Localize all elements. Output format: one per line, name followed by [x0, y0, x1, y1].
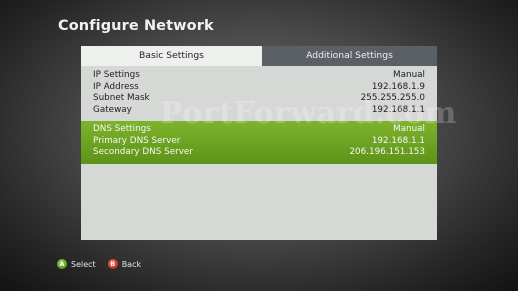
row-value: 192.168.1.9	[371, 81, 425, 92]
controller-hints: A Select B Back	[57, 257, 141, 271]
row-value: Manual	[393, 70, 425, 80]
row-label: Subnet Mask	[93, 93, 150, 104]
row-label: IP Address	[93, 81, 139, 92]
b-button-icon: B	[107, 259, 118, 269]
watermark: PortForward.com	[160, 96, 457, 131]
row-label: Secondary DNS Server	[93, 147, 193, 158]
ip-settings-row: IP Settings Manual	[81, 70, 437, 82]
settings-panel: Basic Settings Additional Settings IP Se…	[81, 46, 437, 240]
row-value: 192.168.1.1	[371, 135, 425, 146]
row-label: DNS Settings	[93, 124, 151, 134]
select-hint[interactable]: Select	[71, 260, 96, 269]
back-hint[interactable]: Back	[122, 260, 141, 269]
page-title: Configure Network	[58, 18, 214, 34]
secondary-dns-row: Secondary DNS Server 206.196.151.153	[81, 147, 437, 159]
a-button-icon: A	[57, 259, 67, 269]
row-label: Primary DNS Server	[93, 135, 181, 146]
ip-address-row: IP Address 192.168.1.9	[81, 82, 437, 94]
row-value: 206.196.151.153	[349, 147, 425, 158]
tab-basic-settings[interactable]: Basic Settings	[81, 46, 262, 66]
row-label: Gateway	[93, 104, 132, 115]
row-label: IP Settings	[93, 70, 140, 80]
primary-dns-row: Primary DNS Server 192.168.1.1	[81, 136, 437, 148]
tab-bar: Basic Settings Additional Settings	[81, 46, 437, 66]
tab-additional-settings[interactable]: Additional Settings	[262, 46, 437, 66]
